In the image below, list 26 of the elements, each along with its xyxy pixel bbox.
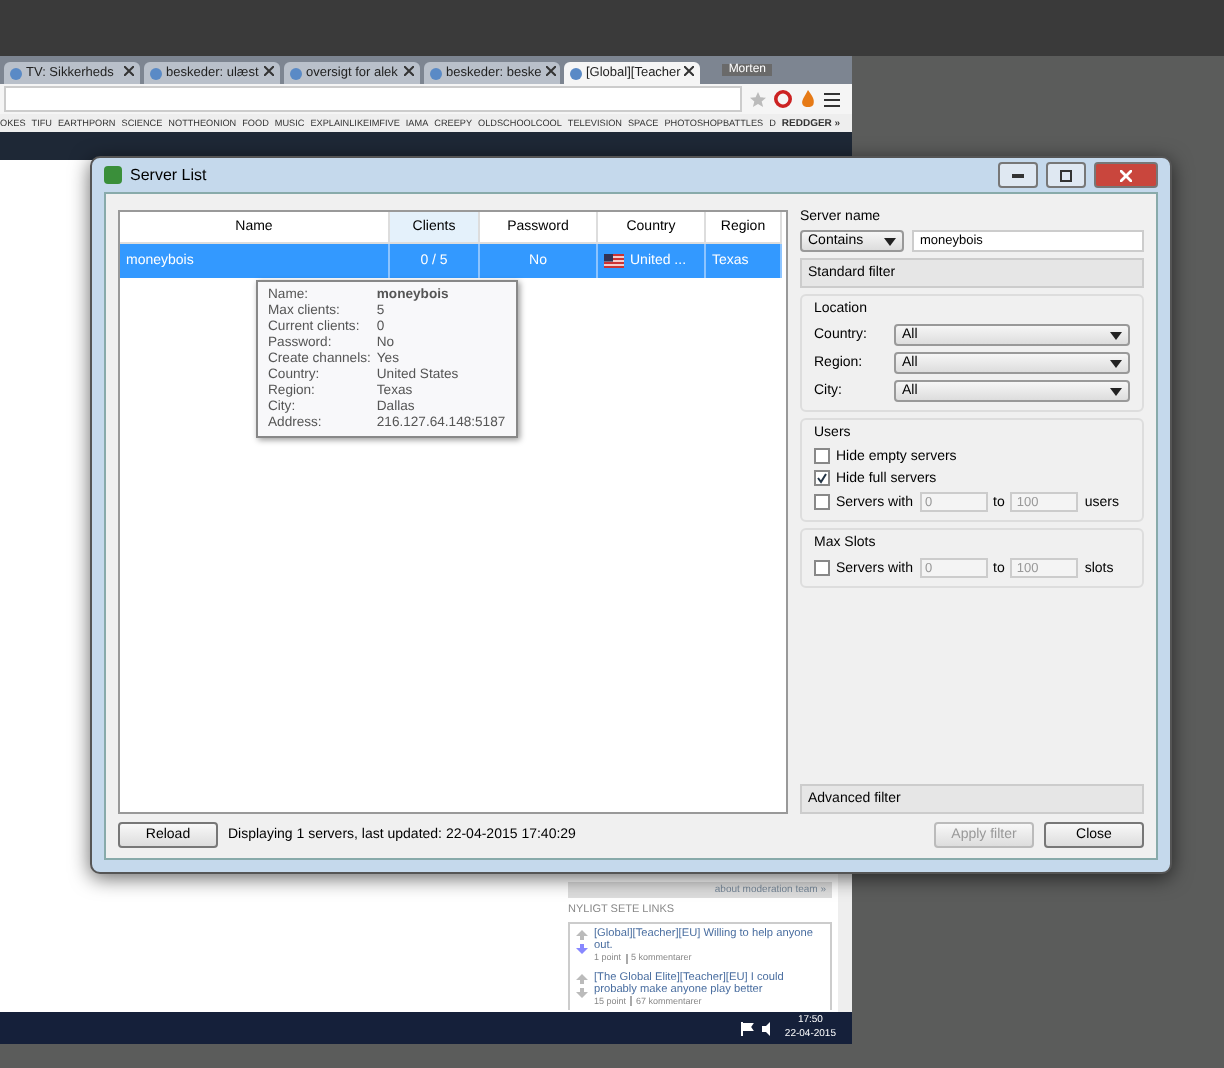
caret-icon — [1110, 387, 1122, 395]
checkbox[interactable] — [814, 448, 830, 464]
close-button[interactable] — [1094, 162, 1158, 188]
close-icon[interactable] — [545, 66, 556, 76]
close-icon[interactable] — [264, 66, 274, 76]
close-icon[interactable] — [404, 66, 414, 76]
close-icon[interactable] — [684, 66, 695, 76]
caret-icon — [1110, 331, 1122, 339]
caret-icon — [884, 237, 896, 245]
flag-icon — [604, 254, 624, 268]
minimize-button[interactable] — [998, 162, 1038, 188]
checkbox[interactable] — [814, 470, 830, 486]
minimize-icon — [1012, 173, 1024, 177]
checkbox[interactable] — [814, 494, 830, 510]
flag-icon[interactable] — [740, 1021, 755, 1035]
downvote-icon[interactable] — [576, 944, 588, 955]
maximize-icon — [1060, 169, 1072, 181]
star-icon[interactable] — [750, 91, 766, 107]
caret-icon — [1110, 359, 1122, 367]
window-title: Server List — [130, 166, 207, 184]
close-icon[interactable] — [124, 66, 134, 76]
close-icon — [1120, 169, 1132, 181]
menu-icon[interactable] — [824, 91, 840, 107]
checkbox[interactable] — [814, 560, 830, 576]
app-icon — [104, 166, 122, 184]
maximize-button[interactable] — [1046, 162, 1086, 188]
